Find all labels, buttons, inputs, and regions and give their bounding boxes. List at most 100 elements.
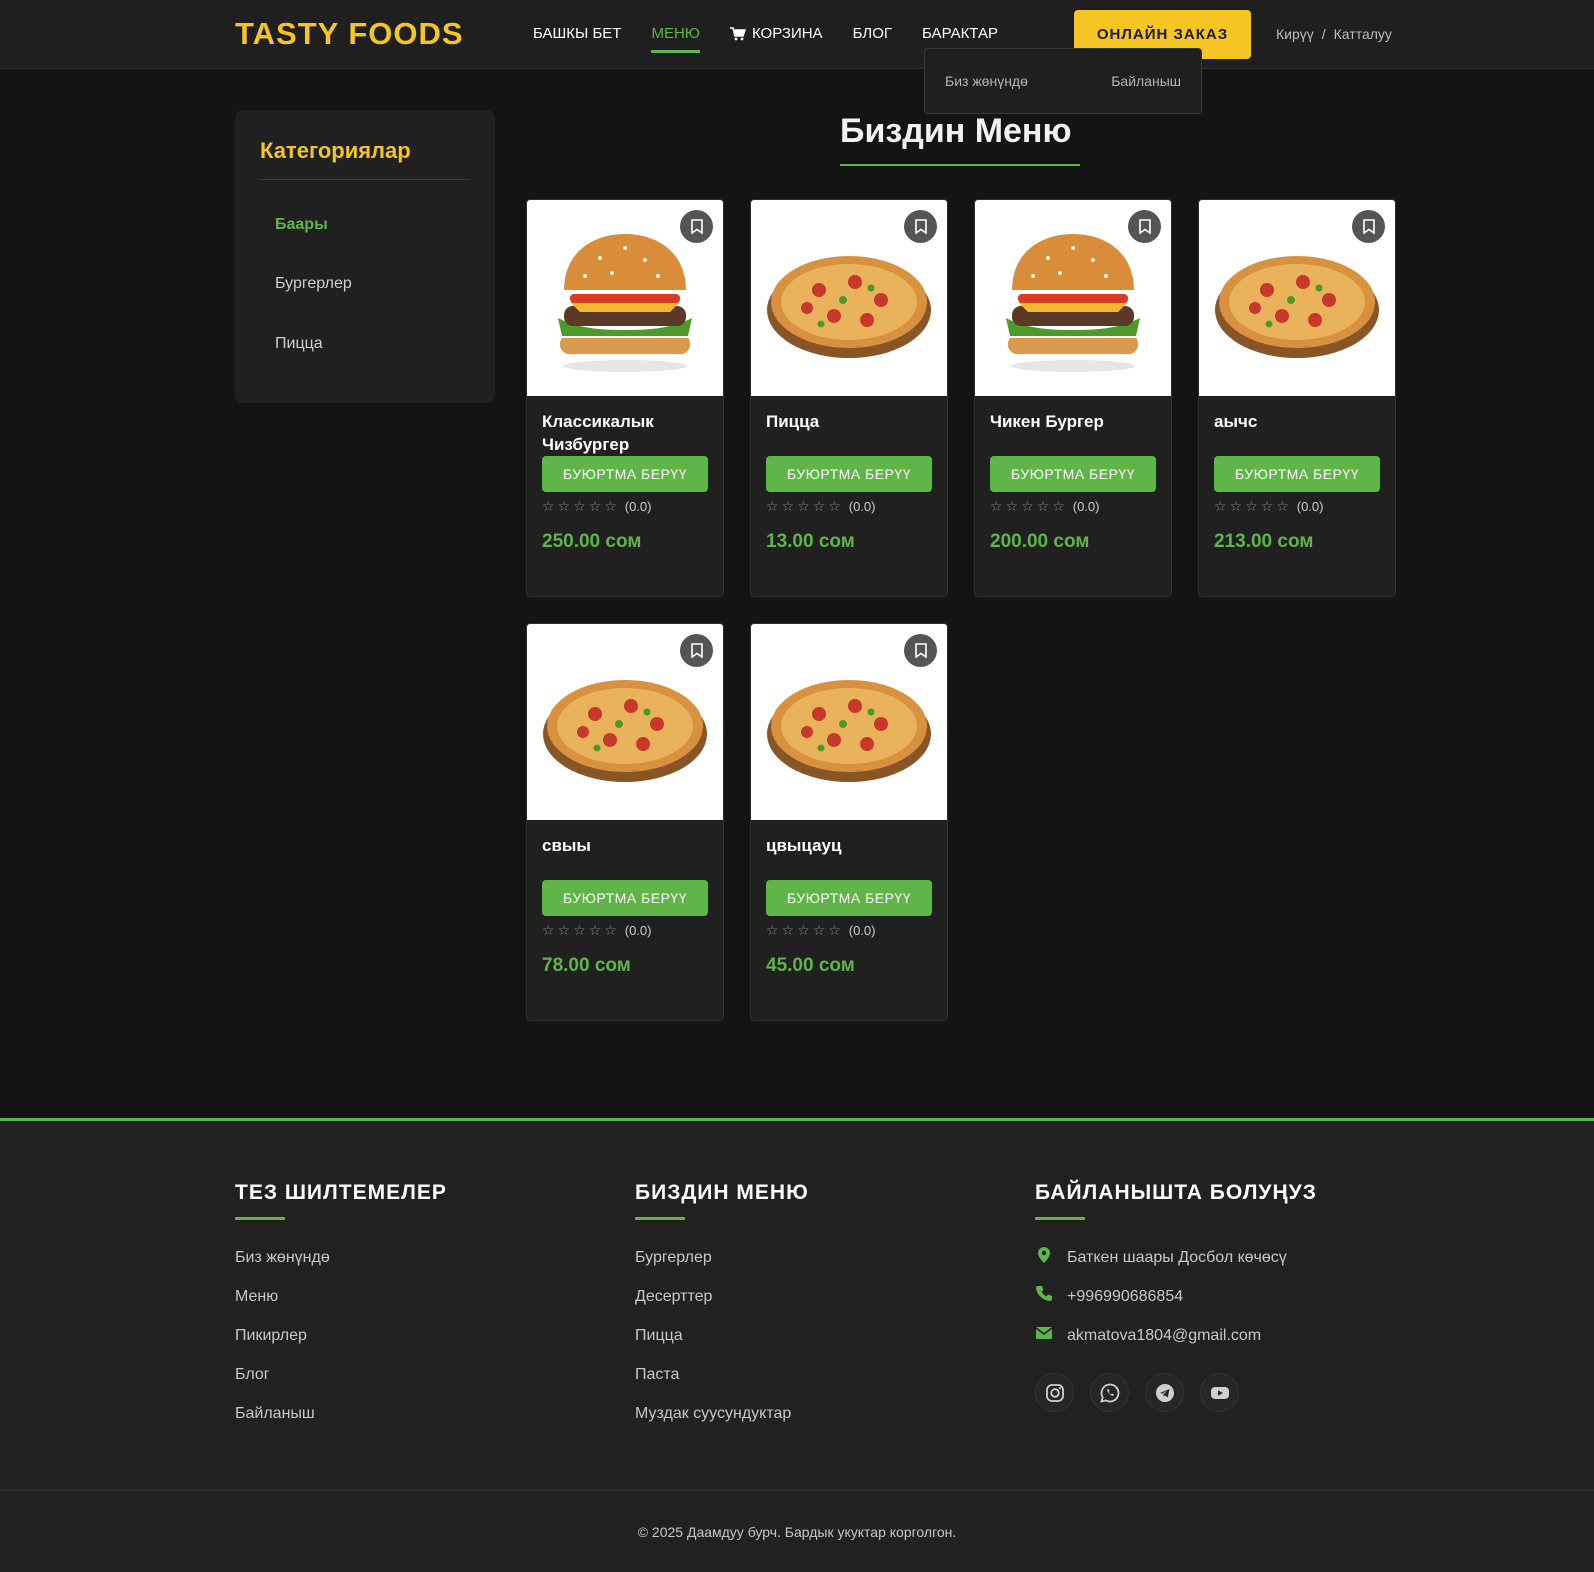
footer-link-about[interactable]: Биз жөнүндө xyxy=(235,1238,447,1277)
phone-text[interactable]: +996990686854 xyxy=(1067,1288,1183,1306)
product-name: свыы xyxy=(542,836,591,855)
star-rating-icon[interactable]: ☆☆☆☆☆ xyxy=(766,922,844,939)
product-image[interactable] xyxy=(527,200,723,396)
rating: ☆☆☆☆☆ (0.0) xyxy=(751,922,947,939)
footer-menu-desserts[interactable]: Десерттер xyxy=(635,1277,809,1316)
star-rating-icon[interactable]: ☆☆☆☆☆ xyxy=(990,498,1068,515)
nav-blog[interactable]: БЛОГ xyxy=(853,25,892,50)
bookmark-icon[interactable] xyxy=(680,634,713,667)
title-underline xyxy=(840,164,1080,166)
product-name: Чикен Бургер xyxy=(990,412,1104,431)
product-card[interactable]: цвыцауц БУЮРТМА БЕРҮҮ ☆☆☆☆☆ (0.0) 45.00 сом xyxy=(750,623,948,1021)
footer-heading: ТЕЗ ШИЛТЕМЕЛЕР xyxy=(235,1181,447,1204)
footer-link-menu[interactable]: Меню xyxy=(235,1277,447,1316)
pages-dropdown: Биз жөнүндө Байланыш xyxy=(924,48,1202,114)
product-card[interactable]: Чикен Бургер БУЮРТМА БЕРҮҮ ☆☆☆☆☆ (0.0) 200.0… xyxy=(974,199,1172,597)
product-name: аычс xyxy=(1214,412,1258,431)
star-rating-icon[interactable]: ☆☆☆☆☆ xyxy=(542,922,620,939)
product-image[interactable] xyxy=(975,200,1171,396)
rating: ☆☆☆☆☆ (0.0) xyxy=(751,498,947,515)
bookmark-icon[interactable] xyxy=(1352,210,1385,243)
logo[interactable]: TASTY FOODS xyxy=(235,16,464,52)
category-sidebar: Категориялар Баары Бургерлер Пицца xyxy=(235,110,495,403)
footer-quick-links: ТЕЗ ШИЛТЕМЕЛЕР Биз жөнүндө Меню Пикирлер… xyxy=(235,1181,447,1433)
telegram-icon[interactable] xyxy=(1145,1373,1184,1412)
product-price: 250.00 сом xyxy=(542,531,642,552)
address-text: Баткен шаары Досбол көчөсү xyxy=(1067,1248,1287,1266)
rating: ☆☆☆☆☆ (0.0) xyxy=(975,498,1171,515)
star-rating-icon[interactable]: ☆☆☆☆☆ xyxy=(1214,498,1292,515)
copyright-bar: © 2025 Даамдуу бурч. Бардык укуктар корг… xyxy=(0,1490,1594,1572)
footer-menu-drinks[interactable]: Муздак суусундуктар xyxy=(635,1394,809,1433)
footer-link-contact[interactable]: Байланыш xyxy=(235,1394,447,1433)
nav-home[interactable]: БАШКЫ БЕТ xyxy=(533,25,621,50)
category-pizza[interactable]: Пицца xyxy=(275,335,323,353)
footer-heading-underline xyxy=(635,1217,685,1220)
product-image[interactable] xyxy=(1199,200,1395,396)
bookmark-icon[interactable] xyxy=(904,634,937,667)
whatsapp-icon[interactable] xyxy=(1090,1373,1129,1412)
envelope-icon xyxy=(1035,1324,1053,1347)
product-card[interactable]: свыы БУЮРТМА БЕРҮҮ ☆☆☆☆☆ (0.0) 78.00 сом xyxy=(526,623,724,1021)
copyright-text: © 2025 Даамдуу бурч. Бардык укуктар корг… xyxy=(637,1523,957,1540)
product-card[interactable]: Пицца БУЮРТМА БЕРҮҮ ☆☆☆☆☆ (0.0) 13.00 сом xyxy=(750,199,948,597)
auth-links: Кирүү / Катталуу xyxy=(1276,26,1392,42)
rating-value: (0.0) xyxy=(1296,499,1324,514)
product-price: 13.00 сом xyxy=(766,531,855,552)
footer-menu-burgers[interactable]: Бургерлер xyxy=(635,1238,809,1277)
footer-menu-pasta[interactable]: Паста xyxy=(635,1355,809,1394)
star-rating-icon[interactable]: ☆☆☆☆☆ xyxy=(766,498,844,515)
contact-phone: +996990686854 xyxy=(1035,1277,1317,1316)
category-burgers[interactable]: Бургерлер xyxy=(275,275,352,293)
instagram-icon[interactable] xyxy=(1035,1373,1074,1412)
star-rating-icon[interactable]: ☆☆☆☆☆ xyxy=(542,498,620,515)
rating: ☆☆☆☆☆ (0.0) xyxy=(1199,498,1395,515)
order-button[interactable]: БУЮРТМА БЕРҮҮ xyxy=(766,880,932,916)
product-image[interactable] xyxy=(527,624,723,820)
login-link[interactable]: Кирүү xyxy=(1276,26,1314,42)
rating-value: (0.0) xyxy=(848,499,876,514)
order-button[interactable]: БУЮРТМА БЕРҮҮ xyxy=(766,456,932,492)
product-price: 213.00 сом xyxy=(1214,531,1314,552)
contact-email: akmatova1804@gmail.com xyxy=(1035,1316,1317,1355)
cart-icon xyxy=(729,26,746,41)
footer-heading: БИЗДИН МЕНЮ xyxy=(635,1181,809,1204)
dropdown-item-contact[interactable]: Байланыш xyxy=(1111,73,1181,89)
footer-link-reviews[interactable]: Пикирлер xyxy=(235,1316,447,1355)
footer-contact: БАЙЛАНЫШТА БОЛУҢУЗ Баткен шаары Досбол к… xyxy=(1035,1181,1317,1412)
order-button[interactable]: БУЮРТМА БЕРҮҮ xyxy=(542,456,708,492)
rating: ☆☆☆☆☆ (0.0) xyxy=(527,498,723,515)
nav-pages[interactable]: БАРАКТАР xyxy=(922,25,998,50)
map-pin-icon xyxy=(1035,1246,1053,1269)
category-all[interactable]: Баары xyxy=(275,216,328,234)
product-price: 78.00 сом xyxy=(542,955,631,976)
register-link[interactable]: Катталуу xyxy=(1334,26,1392,42)
bookmark-icon[interactable] xyxy=(904,210,937,243)
auth-separator: / xyxy=(1321,26,1326,42)
social-links xyxy=(1035,1373,1317,1412)
dropdown-item-about[interactable]: Биз жөнүндө xyxy=(945,73,1028,89)
nav-cart[interactable]: КОРЗИНА xyxy=(729,25,823,50)
bookmark-icon[interactable] xyxy=(680,210,713,243)
rating-value: (0.0) xyxy=(624,923,652,938)
product-image[interactable] xyxy=(751,624,947,820)
sidebar-title: Категориялар xyxy=(260,138,411,163)
product-image[interactable] xyxy=(751,200,947,396)
product-card[interactable]: аычс БУЮРТМА БЕРҮҮ ☆☆☆☆☆ (0.0) 213.00 сом xyxy=(1198,199,1396,597)
order-button[interactable]: БУЮРТМА БЕРҮҮ xyxy=(990,456,1156,492)
youtube-icon[interactable] xyxy=(1200,1373,1239,1412)
footer-link-blog[interactable]: Блог xyxy=(235,1355,447,1394)
footer-our-menu: БИЗДИН МЕНЮ Бургерлер Десерттер Пицца Па… xyxy=(635,1181,809,1433)
bookmark-icon[interactable] xyxy=(1128,210,1161,243)
nav-menu[interactable]: МЕНЮ xyxy=(651,25,700,53)
email-text[interactable]: akmatova1804@gmail.com xyxy=(1067,1327,1261,1345)
main-nav: БАШКЫ БЕТ МЕНЮ КОРЗИНА БЛОГ БАРАКТАР xyxy=(533,25,998,53)
order-button[interactable]: БУЮРТМА БЕРҮҮ xyxy=(1214,456,1380,492)
footer-heading-underline xyxy=(1035,1217,1085,1220)
phone-icon xyxy=(1035,1285,1053,1308)
header: TASTY FOODS БАШКЫ БЕТ МЕНЮ КОРЗИНА БЛОГ … xyxy=(0,0,1594,69)
footer-menu-pizza[interactable]: Пицца xyxy=(635,1316,809,1355)
order-button[interactable]: БУЮРТМА БЕРҮҮ xyxy=(542,880,708,916)
product-name: цвыцауц xyxy=(766,836,842,855)
product-card[interactable]: Классикалык Чизбургер БУЮРТМА БЕРҮҮ ☆☆☆☆☆ (… xyxy=(526,199,724,597)
